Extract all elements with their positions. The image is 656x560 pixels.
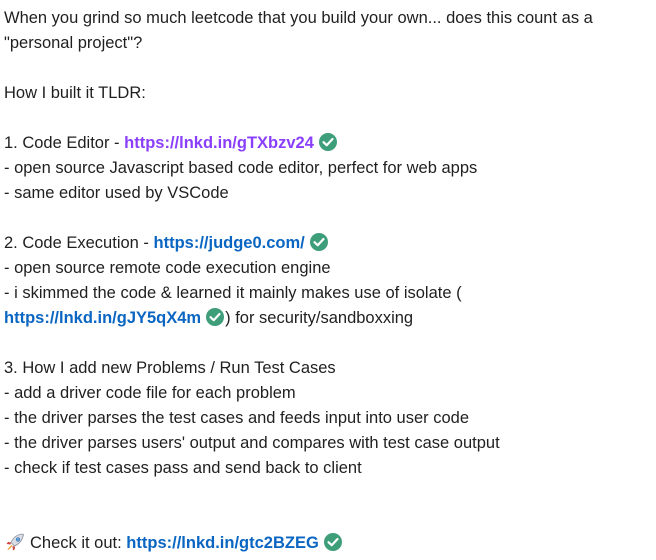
item-3-bullet-3: - the driver parses users' output and co… xyxy=(4,434,500,452)
item-1-prefix: 1. Code Editor - xyxy=(4,134,125,152)
item-1-bullet-1: - open source Javascript based code edit… xyxy=(4,159,478,177)
item-2-bullet-1: - open source remote code execution engi… xyxy=(4,259,331,277)
item-2-bullet-2b: https://lnkd.in/gJY5qX4m ) for security/s… xyxy=(4,306,654,331)
item-3-bullet-2: - the driver parses the test cases and f… xyxy=(4,409,470,427)
judge0-link[interactable]: https://judge0.com/ xyxy=(154,234,305,252)
check-circle-icon xyxy=(309,233,328,251)
item-2-bullet-2a: - i skimmed the code & learned it mainly… xyxy=(4,284,462,302)
check-it-out-link[interactable]: https://lnkd.in/gtc2BZEG xyxy=(126,534,319,552)
check-circle-icon xyxy=(206,308,225,326)
item-3-title: 3. How I add new Problems / Run Test Cas… xyxy=(4,359,336,377)
cta-label: Check it out: xyxy=(30,534,127,552)
item-2-title: 2. Code Execution - https://judge0.com/ xyxy=(4,231,654,256)
isolate-link[interactable]: https://lnkd.in/gJY5qX4m xyxy=(4,309,201,327)
tldr-heading: How I built it TLDR: xyxy=(4,84,146,102)
post-text: When you grind so much leetcode that you… xyxy=(0,0,654,556)
check-circle-icon xyxy=(323,533,342,551)
item-1-title: 1. Code Editor - https://lnkd.in/gTXbzv2… xyxy=(4,131,654,156)
code-editor-link[interactable]: https://lnkd.in/gTXbzv24 xyxy=(124,134,314,152)
item-1-bullet-2: - same editor used by VSCode xyxy=(4,184,229,202)
rocket-icon xyxy=(6,533,24,551)
item-2-prefix: 2. Code Execution - xyxy=(4,234,154,252)
intro-text: When you grind so much leetcode that you… xyxy=(4,9,593,52)
cta-line: Check it out: https://lnkd.in/gtc2BZEG xyxy=(4,531,654,556)
check-circle-icon xyxy=(318,133,337,151)
item-3-bullet-1: - add a driver code file for each proble… xyxy=(4,384,296,402)
item-2-bullet-2-tail: ) for security/sandboxxing xyxy=(225,309,414,327)
item-3-bullet-4: - check if test cases pass and send back… xyxy=(4,459,362,477)
